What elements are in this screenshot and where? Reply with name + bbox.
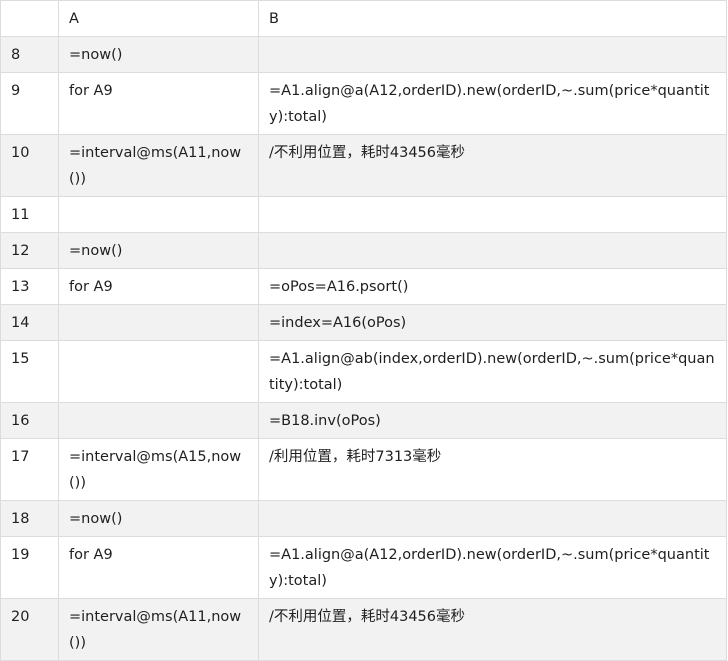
cell-b: =A1.align@a(A12,orderID).new(orderID,~.s…: [258, 72, 727, 135]
table-row: 19 for A9 =A1.align@a(A12,orderID).new(o…: [0, 536, 727, 599]
row-number: 9: [0, 72, 59, 135]
cell-a: for A9: [58, 268, 259, 305]
row-number: 8: [0, 36, 59, 73]
cell-b: =oPos=A16.psort(): [258, 268, 727, 305]
cell-b: [258, 500, 727, 537]
cell-a: [58, 340, 259, 403]
cell-b: /利用位置，耗时7313毫秒: [258, 438, 727, 501]
table-row: 13 for A9 =oPos=A16.psort(): [0, 268, 727, 305]
table-row: 16 =B18.inv(oPos): [0, 402, 727, 439]
cell-a: =now(): [58, 500, 259, 537]
table-row: 8 =now(): [0, 36, 727, 73]
cell-a: =now(): [58, 36, 259, 73]
cell-b: =index=A16(oPos): [258, 304, 727, 341]
table-row: 12 =now(): [0, 232, 727, 269]
column-header-b: B: [258, 0, 727, 37]
table-row: 9 for A9 =A1.align@a(A12,orderID).new(or…: [0, 72, 727, 135]
row-number: 14: [0, 304, 59, 341]
row-number: 17: [0, 438, 59, 501]
code-grid: A B 8 =now() 9 for A9 =A1.align@a(A12,or…: [0, 0, 727, 661]
cell-b: =B18.inv(oPos): [258, 402, 727, 439]
header-row: A B: [0, 0, 727, 37]
cell-b: /不利用位置，耗时43456毫秒: [258, 598, 727, 661]
cell-a: [58, 196, 259, 233]
row-number: 13: [0, 268, 59, 305]
cell-b: [258, 232, 727, 269]
table-row: 18 =now(): [0, 500, 727, 537]
row-number: 10: [0, 134, 59, 197]
table-row: 20 =interval@ms(A11,now()) /不利用位置，耗时4345…: [0, 598, 727, 661]
row-number: 11: [0, 196, 59, 233]
row-number: 16: [0, 402, 59, 439]
table-row: 14 =index=A16(oPos): [0, 304, 727, 341]
row-number: 20: [0, 598, 59, 661]
table-row: 15 =A1.align@ab(index,orderID).new(order…: [0, 340, 727, 403]
cell-b: [258, 196, 727, 233]
cell-a: for A9: [58, 72, 259, 135]
row-number: 12: [0, 232, 59, 269]
corner-cell: [0, 0, 59, 37]
table-row: 11: [0, 196, 727, 233]
cell-a: [58, 402, 259, 439]
row-number: 19: [0, 536, 59, 599]
cell-b: =A1.align@a(A12,orderID).new(orderID,~.s…: [258, 536, 727, 599]
cell-a: =interval@ms(A11,now()): [58, 134, 259, 197]
table-row: 10 =interval@ms(A11,now()) /不利用位置，耗时4345…: [0, 134, 727, 197]
row-number: 18: [0, 500, 59, 537]
cell-b: =A1.align@ab(index,orderID).new(orderID,…: [258, 340, 727, 403]
cell-b: [258, 36, 727, 73]
cell-b: /不利用位置，耗时43456毫秒: [258, 134, 727, 197]
cell-a: =now(): [58, 232, 259, 269]
cell-a: [58, 304, 259, 341]
column-header-a: A: [58, 0, 259, 37]
cell-a: =interval@ms(A15,now()): [58, 438, 259, 501]
cell-a: for A9: [58, 536, 259, 599]
row-number: 15: [0, 340, 59, 403]
table-row: 17 =interval@ms(A15,now()) /利用位置，耗时7313毫…: [0, 438, 727, 501]
cell-a: =interval@ms(A11,now()): [58, 598, 259, 661]
